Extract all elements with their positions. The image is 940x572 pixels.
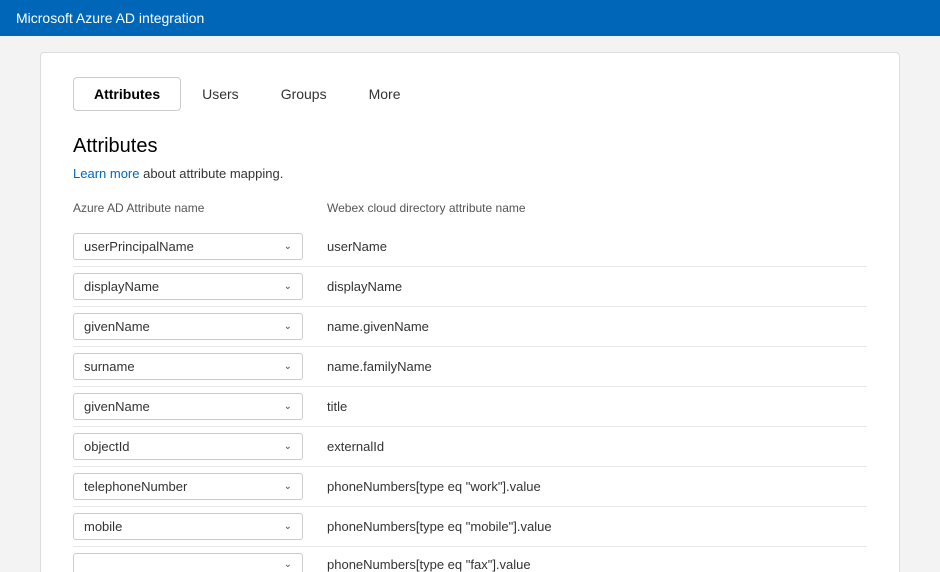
attribute-value-2: name.givenName [327,319,867,334]
chevron-down-icon: ⌄ [284,321,292,332]
attribute-value-8: phoneNumbers[type eq "fax"].value [327,557,867,572]
attribute-dropdown-8[interactable]: ⌄ [73,553,303,572]
attribute-value-7: phoneNumbers[type eq "mobile"].value [327,519,867,534]
attribute-dropdown-3[interactable]: surname ⌄ [73,353,303,380]
tab-users[interactable]: Users [181,77,260,111]
dropdown-value-3: surname [84,359,276,374]
chevron-down-icon: ⌄ [284,281,292,292]
chevron-down-icon: ⌄ [284,401,292,412]
chevron-down-icon: ⌄ [284,481,292,492]
table-row: telephoneNumber ⌄ phoneNumbers[type eq "wo… [73,467,867,507]
chevron-down-icon: ⌄ [284,559,292,570]
attribute-value-0: userName [327,239,867,254]
chevron-down-icon: ⌄ [284,441,292,452]
attribute-dropdown-5[interactable]: objectId ⌄ [73,433,303,460]
main-content: AttributesUsersGroupsMore Attributes Lea… [0,36,940,572]
learn-more-text: Learn more about attribute mapping. [73,166,867,181]
dropdown-value-2: givenName [84,319,276,334]
attribute-dropdown-1[interactable]: displayName ⌄ [73,273,303,300]
table-row: objectId ⌄ externalId [73,427,867,467]
table-row: ⌄ phoneNumbers[type eq "fax"].value [73,547,867,572]
attribute-dropdown-0[interactable]: userPrincipalName ⌄ [73,233,303,260]
table-row: givenName ⌄ name.givenName [73,307,867,347]
tab-bar: AttributesUsersGroupsMore [73,77,867,111]
tab-groups[interactable]: Groups [260,77,348,111]
table-row: userPrincipalName ⌄ userName [73,227,867,267]
col-left-header: Azure AD Attribute name [73,201,303,215]
attribute-dropdown-7[interactable]: mobile ⌄ [73,513,303,540]
title-bar: Microsoft Azure AD integration [0,0,940,36]
table-row: givenName ⌄ title [73,387,867,427]
chevron-down-icon: ⌄ [284,521,292,532]
col-right-header: Webex cloud directory attribute name [327,201,867,215]
tab-attributes[interactable]: Attributes [73,77,181,111]
attribute-value-3: name.familyName [327,359,867,374]
title-text: Microsoft Azure AD integration [16,10,204,26]
attribute-dropdown-2[interactable]: givenName ⌄ [73,313,303,340]
table-row: mobile ⌄ phoneNumbers[type eq "mobile"].va… [73,507,867,547]
learn-more-link[interactable]: Learn more [73,166,139,181]
dropdown-value-7: mobile [84,519,276,534]
attributes-list: userPrincipalName⌄userNamedisplayName⌄di… [73,227,867,572]
attribute-value-6: phoneNumbers[type eq "work"].value [327,479,867,494]
attribute-value-1: displayName [327,279,867,294]
attribute-dropdown-4[interactable]: givenName ⌄ [73,393,303,420]
table-row: displayName ⌄ displayName [73,267,867,307]
dropdown-value-4: givenName [84,399,276,414]
table-row: surname ⌄ name.familyName [73,347,867,387]
section-title: Attributes [73,135,867,158]
chevron-down-icon: ⌄ [284,241,292,252]
learn-more-suffix: about attribute mapping. [139,166,283,181]
table-header: Azure AD Attribute name Webex cloud dire… [73,201,867,219]
tab-more[interactable]: More [348,77,422,111]
content-panel: AttributesUsersGroupsMore Attributes Lea… [40,52,900,572]
dropdown-value-0: userPrincipalName [84,239,276,254]
dropdown-value-5: objectId [84,439,276,454]
dropdown-value-6: telephoneNumber [84,479,276,494]
dropdown-value-1: displayName [84,279,276,294]
attribute-value-4: title [327,399,867,414]
chevron-down-icon: ⌄ [284,361,292,372]
attribute-dropdown-6[interactable]: telephoneNumber ⌄ [73,473,303,500]
attribute-value-5: externalId [327,439,867,454]
